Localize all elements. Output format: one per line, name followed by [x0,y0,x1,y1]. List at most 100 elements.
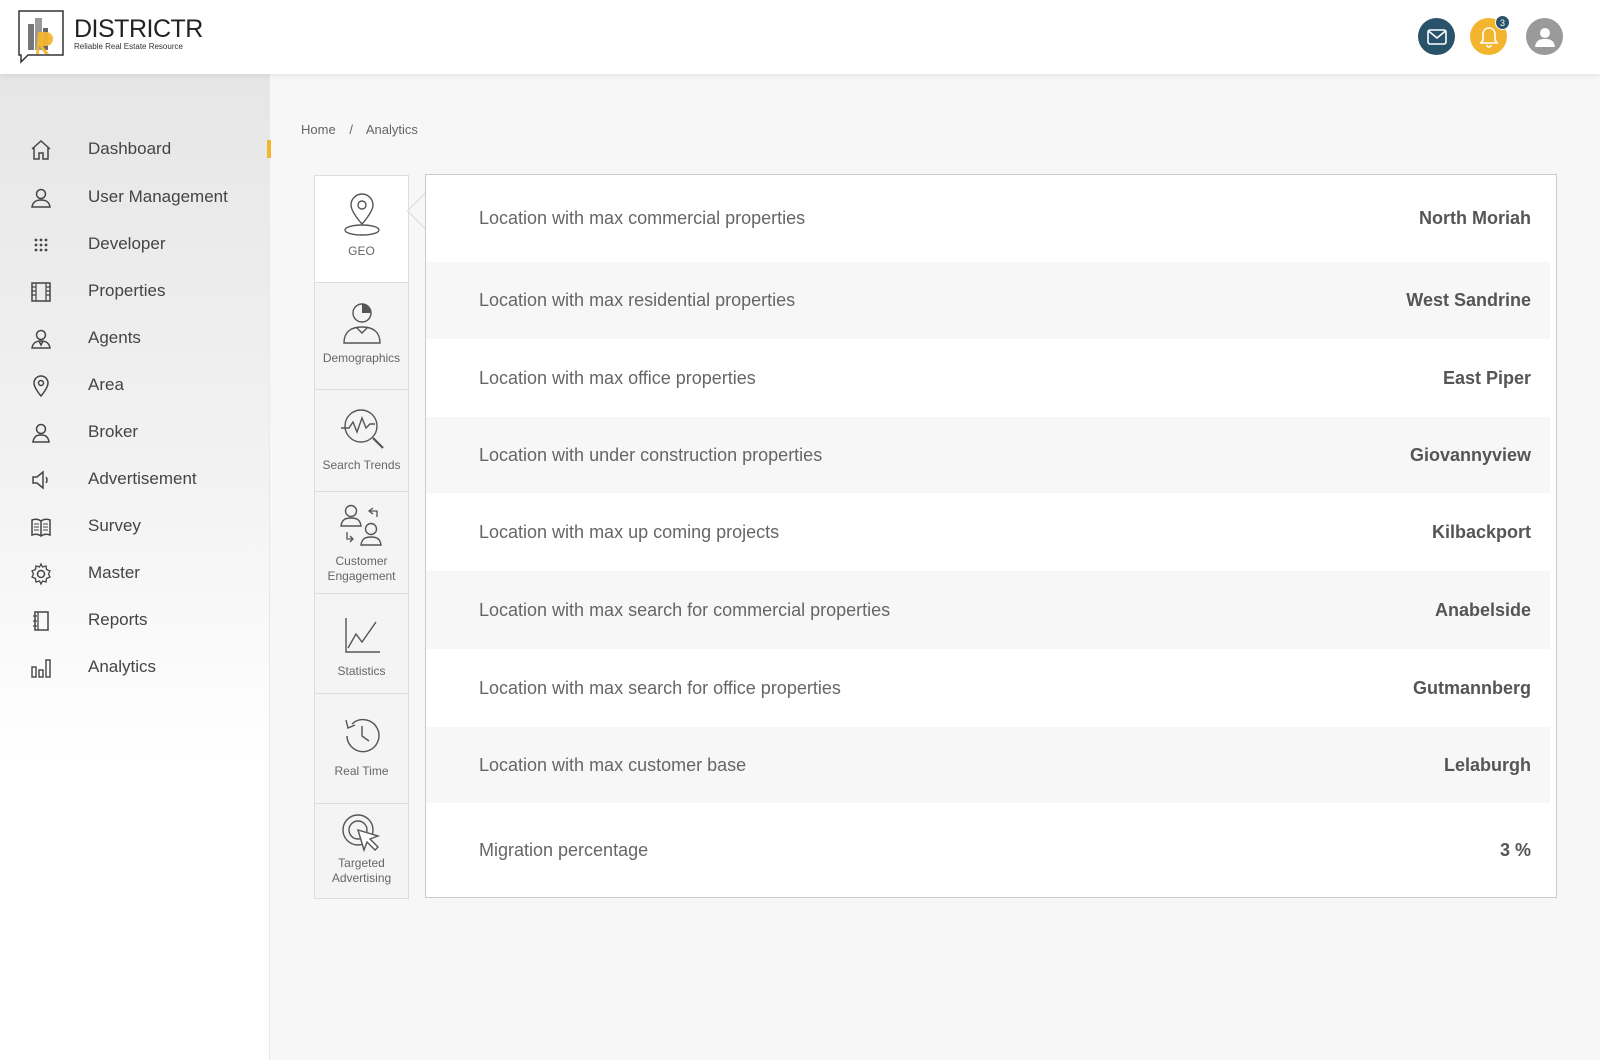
mail-button[interactable] [1418,18,1455,55]
geo-row-value: Gutmannberg [1412,677,1531,698]
broker-icon [32,423,50,443]
bell-icon [1479,26,1498,48]
geo-row: Location with max search for commercial … [426,571,1550,649]
tab-label: Targeted Advertising [331,856,392,885]
map-pin-icon [33,375,49,398]
geo-row-label: Location with max search for office prop… [479,677,841,698]
user-avatar-icon [1534,27,1555,47]
brand-name: DISTRICTR [74,15,203,43]
sidebar-item-label: Agents [88,328,141,347]
geo-row-label: Location with max up coming projects [479,521,780,542]
active-tab-pointer [407,193,425,229]
brand-logo[interactable]: DISTRICTR Reliable Real Estate Resource [18,10,203,64]
geo-row-label: Location with under construction propert… [479,444,823,465]
tab-search-trends[interactable]: Search Trends [315,390,408,492]
geo-panel: Location with max commercial properties … [407,174,1557,898]
sidebar-item-label: Area [88,375,124,394]
sidebar-item-label: Developer [88,234,166,253]
geo-row: Location with max office properties East… [426,339,1550,417]
sidebar-item-reports[interactable]: Reports [0,600,270,640]
profile-avatar-button[interactable] [1526,18,1563,55]
mail-icon [1426,28,1447,45]
notification-badge: 3 [1495,15,1510,30]
tab-geo[interactable]: GEO [315,176,408,283]
history-clock-icon [344,718,380,753]
geo-row-value: Lelaburgh [1443,754,1531,775]
geo-row-value: West Sandrine [1406,290,1531,310]
sidebar-item-area[interactable]: Area [0,365,270,405]
geo-row: Location with max commercial properties … [426,175,1550,262]
geo-row: Location with max residential properties… [426,262,1550,339]
sidebar-item-label: Advertisement [88,469,197,488]
sidebar-item-analytics[interactable]: Analytics [0,647,270,687]
tab-label: Real Time [334,764,389,778]
sidebar-item-label: Dashboard [88,139,172,158]
geo-row-label: Location with max customer base [479,754,747,775]
sidebar-item-agents[interactable]: Agents [0,318,270,358]
geo-row-label: Location with max commercial properties [479,208,806,228]
tab-label: Customer Engagement [327,554,396,583]
tab-demographics[interactable]: Demographics [315,283,408,390]
notifications-button[interactable]: 3 [1470,15,1510,55]
user-icon [31,188,51,208]
geo-row: Location with under construction propert… [426,417,1550,493]
geo-row-label: Migration percentage [479,839,649,860]
sidebar-item-survey[interactable]: Survey [0,506,270,546]
sidebar-item-user-management[interactable]: User Management [0,177,270,217]
tab-label: GEO [348,244,375,258]
sidebar: Dashboard User Management Developer Prop… [0,74,271,1060]
demographics-icon [342,303,381,344]
tab-label: Statistics [337,664,386,678]
tab-customer-engagement[interactable]: Customer Engagement [315,492,408,594]
geo-pin-icon [343,193,380,236]
bar-chart-icon [31,659,51,678]
sidebar-item-advertisement[interactable]: Advertisement [0,459,270,499]
geo-row: Location with max search for office prop… [426,649,1550,727]
sidebar-item-master[interactable]: Master [0,553,270,593]
line-chart-icon [344,618,380,653]
search-trends-icon [340,409,384,449]
breadcrumb: Home / Analytics [301,122,428,137]
geo-row-value: Kilbackport [1431,521,1531,542]
logo-building-icon [18,10,64,64]
grid-dots-icon [34,238,48,252]
tab-statistics[interactable]: Statistics [315,594,408,694]
book-icon [31,518,51,537]
megaphone-icon [32,470,48,490]
sidebar-item-broker[interactable]: Broker [0,412,270,452]
sidebar-item-label: Broker [88,422,139,441]
agent-icon [31,329,51,349]
geo-row-value: Anabelside [1434,599,1531,620]
tab-real-time[interactable]: Real Time [315,694,408,804]
sidebar-item-properties[interactable]: Properties [0,271,270,311]
geo-row-label: Location with max residential properties [479,290,796,310]
building-icon [31,282,51,302]
geo-row: Location with max customer base Lelaburg… [426,727,1550,803]
tab-label: Search Trends [322,458,401,472]
breadcrumb-separator: / [349,122,353,137]
breadcrumb-home-link[interactable]: Home [301,122,336,137]
active-indicator [267,140,271,158]
geo-row: Location with max up coming projects Kil… [426,493,1550,571]
sidebar-item-label: Master [88,563,140,582]
sidebar-item-label: Properties [88,281,166,300]
tab-label: Demographics [322,351,401,365]
notebook-icon [33,611,49,631]
sidebar-item-dashboard[interactable]: Dashboard [0,129,271,169]
sidebar-item-label: User Management [88,187,228,206]
breadcrumb-current: Analytics [365,122,418,137]
geo-row-value: North Moriah [1419,208,1531,228]
brand-tagline: Reliable Real Estate Resource [74,42,183,51]
sidebar-item-developer[interactable]: Developer [0,224,270,264]
target-cursor-icon [341,814,380,853]
tab-targeted-advertising[interactable]: Targeted Advertising [315,804,408,898]
home-icon [31,139,51,160]
sidebar-item-label: Survey [88,516,141,535]
geo-row-label: Location with max office properties [479,367,756,388]
sidebar-item-label: Analytics [88,657,157,676]
geo-row-value: East Piper [1442,367,1531,388]
customer-engagement-icon [339,504,382,546]
gear-icon [31,562,51,586]
top-header: DISTRICTR Reliable Real Estate Resource … [0,0,1600,74]
geo-row-value: Giovannyview [1409,444,1531,465]
